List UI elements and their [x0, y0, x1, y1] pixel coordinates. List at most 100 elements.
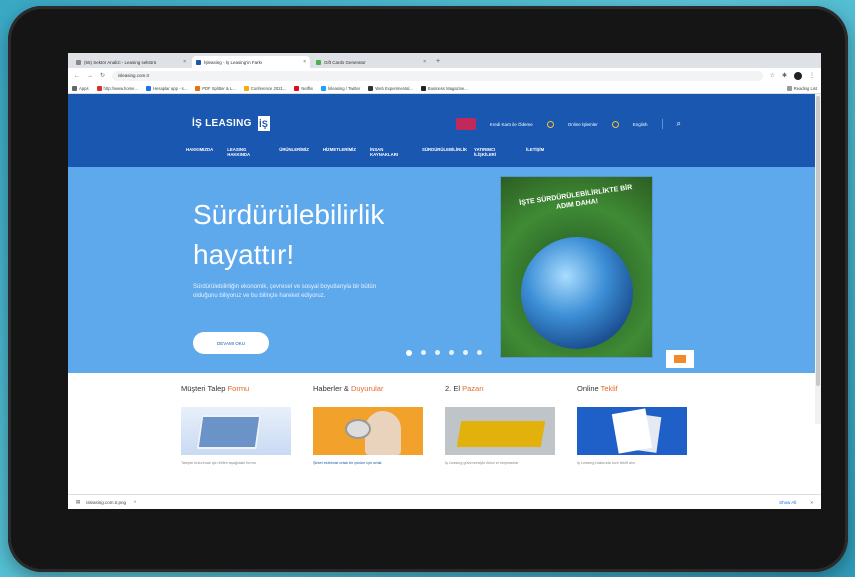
url-input[interactable]: isleasing.com.tr — [112, 70, 763, 81]
bookmark-item[interactable]: PDF Splitter & L... — [195, 85, 236, 91]
close-icon[interactable]: × — [303, 59, 306, 65]
tablet-frame: (55) Sektör Analizi - Leasing sektörü × İ… — [8, 6, 848, 572]
carousel-dot[interactable] — [463, 350, 468, 355]
url-text: isleasing.com.tr — [118, 73, 150, 78]
card-customer-request[interactable]: Müşteri Talep Formu Talepte bulunmak içi… — [181, 384, 291, 465]
tab-isleasing[interactable]: İşleasing - İş Leasing'in Farkı × — [192, 56, 310, 68]
extensions-icon[interactable]: ✱ — [782, 72, 787, 79]
menu-icon[interactable]: ⋮ — [809, 72, 815, 79]
carousel-dot[interactable] — [435, 350, 440, 355]
card-text: İş Leasing güvencesiyle ikinci el ekipma… — [445, 461, 519, 465]
megaphone-icon — [345, 419, 371, 439]
card-title-main: 2. El — [445, 384, 461, 393]
online-operations-link[interactable]: Online İşlemler — [568, 122, 598, 127]
tab-sector-analysis[interactable]: (55) Sektör Analizi - Leasing sektörü × — [72, 56, 190, 68]
nav-about[interactable]: HAKKIMIZDA — [186, 147, 213, 157]
web-page: İŞ LEASING İŞ Kredi Kartı ile Ödeme Onli… — [68, 94, 821, 509]
nav-hr[interactable]: İNSAN KAYNAKLARI — [370, 147, 408, 157]
site-logo[interactable]: İŞ LEASING İŞ — [192, 116, 270, 131]
laptop-image — [196, 415, 262, 449]
divider — [661, 119, 663, 129]
bookmark-label: PDF Splitter & L... — [202, 85, 236, 91]
reading-list-icon — [786, 85, 792, 91]
tab-label: Gift Cards Generator — [324, 59, 366, 65]
bookmarks-bar: Apps http://www.home... Hesaplar app - s… — [68, 83, 821, 94]
carousel-dot[interactable] — [477, 350, 482, 355]
chevron-up-icon[interactable]: ^ — [134, 500, 136, 505]
bookmark-favicon-icon — [96, 85, 102, 91]
bookmark-label: İsleasing / Twitter — [328, 85, 361, 91]
hero-banner: Sürdürülebilirlik hayattır! Sürdürülebili… — [68, 167, 821, 373]
read-more-button[interactable]: DEVAMI OKU — [193, 332, 269, 354]
hero-title-line1: Sürdürülebilirlik — [193, 199, 385, 230]
user-icon — [546, 120, 554, 128]
main-nav: HAKKIMIZDA LEASING HAKKINDA ÜRÜNLERİMİZ … — [186, 147, 544, 157]
bookmark-favicon-icon — [368, 85, 374, 91]
bookmark-item[interactable]: Conference 2021... — [243, 85, 286, 91]
nav-leasing[interactable]: LEASING HAKKINDA — [227, 147, 265, 157]
search-icon[interactable]: ⌕ — [677, 119, 681, 129]
card-second-hand[interactable]: 2. El Pazarı İş Leasing güvencesiyle iki… — [445, 384, 555, 465]
nav-investor-relations[interactable]: YATIRIMCI İLİŞKİLERİ — [474, 147, 512, 157]
nav-sustainability[interactable]: SÜRDÜRÜLEBİLİRLİK — [422, 147, 467, 157]
bookmark-favicon-icon — [243, 85, 249, 91]
card-title-main: Müşteri Talep — [181, 384, 226, 393]
browser-window: (55) Sektör Analizi - Leasing sektörü × İ… — [68, 53, 821, 509]
chat-widget-button[interactable] — [666, 350, 694, 368]
bookmark-item[interactable]: Netflix — [294, 85, 313, 91]
card-title-main: Online — [577, 384, 599, 393]
close-icon[interactable]: × — [423, 59, 426, 65]
close-icon[interactable]: × — [183, 59, 186, 65]
carousel-dots — [406, 350, 482, 356]
bookmark-item[interactable]: Hesaplar app - s... — [146, 85, 187, 91]
nav-products[interactable]: ÜRÜNLERİMİZ — [279, 147, 309, 157]
download-file-name[interactable]: isleasing.com.tr.png — [86, 500, 126, 505]
reading-list[interactable]: Reading List — [786, 85, 817, 91]
bookmark-item[interactable]: Web Experimental... — [368, 85, 413, 91]
tab-label: (55) Sektör Analizi - Leasing sektörü — [84, 59, 157, 65]
language-link[interactable]: English — [633, 122, 648, 127]
document-image — [611, 408, 653, 454]
reload-icon[interactable]: ↻ — [100, 72, 105, 79]
new-tab-icon[interactable]: + — [436, 56, 440, 68]
carousel-dot[interactable] — [449, 350, 454, 355]
card-title: 2. El Pazarı — [445, 384, 555, 393]
carousel-dot[interactable] — [421, 350, 426, 355]
bookmark-item[interactable]: Business Magazine... — [420, 85, 468, 91]
bookmark-label: Web Experimental... — [375, 85, 413, 91]
close-icon[interactable]: × — [810, 500, 813, 505]
card-news[interactable]: Haberler & Duyurular Şirket ekibimizi or… — [313, 384, 423, 465]
bookmark-favicon-icon — [195, 85, 201, 91]
tab-gift-cards[interactable]: Gift Cards Generator × — [312, 56, 430, 68]
scrollbar-thumb[interactable] — [816, 96, 820, 386]
feature-cards: Müşteri Talep Formu Talepte bulunmak içi… — [181, 384, 687, 465]
chat-icon — [674, 355, 686, 363]
forward-icon[interactable]: → — [87, 73, 93, 79]
carousel-dot[interactable] — [406, 350, 412, 356]
poster-caption: İŞTE SÜRDÜRÜLEBİLİRLİKTE BİR ADIM DAHA! — [518, 184, 633, 211]
nav-services[interactable]: HİZMETLERİMİZ — [323, 147, 356, 157]
bookmark-item[interactable]: http://www.home... — [96, 85, 138, 91]
nav-contact[interactable]: İLETİŞİM — [526, 147, 544, 157]
bookmark-favicon-icon — [420, 85, 426, 91]
avatar[interactable] — [794, 71, 802, 80]
bookmark-apps[interactable]: Apps — [72, 85, 89, 91]
star-icon[interactable]: ☆ — [770, 72, 775, 79]
sustainability-poster: İŞTE SÜRDÜRÜLEBİLİRLİKTE BİR ADIM DAHA! — [501, 177, 652, 357]
card-image — [445, 407, 555, 455]
address-bar-row: ← → ↻ isleasing.com.tr ☆ ✱ ⋮ — [68, 68, 821, 83]
hero-title-line2: hayattır! — [193, 239, 295, 270]
bookmark-label: Apps — [79, 85, 89, 91]
card-text: Talepte bulunmak için lütfen aşağıdaki f… — [181, 461, 256, 465]
card-online-offer[interactable]: Online Teklif İş Leasing hakkında hızlı … — [577, 384, 687, 465]
bookmark-item[interactable]: İsleasing / Twitter — [321, 85, 361, 91]
back-icon[interactable]: ← — [74, 73, 80, 79]
bookmark-label: http://www.home... — [103, 85, 138, 91]
credit-card-payment-link[interactable]: Kredi Kartı ile Ödeme — [490, 122, 533, 127]
page-scrollbar[interactable] — [815, 94, 821, 424]
card-image — [577, 407, 687, 455]
show-all-link[interactable]: Show All — [779, 500, 796, 505]
card-title-accent: Duyurular — [350, 384, 384, 393]
card-image — [181, 407, 291, 455]
globe-icon — [611, 120, 619, 128]
